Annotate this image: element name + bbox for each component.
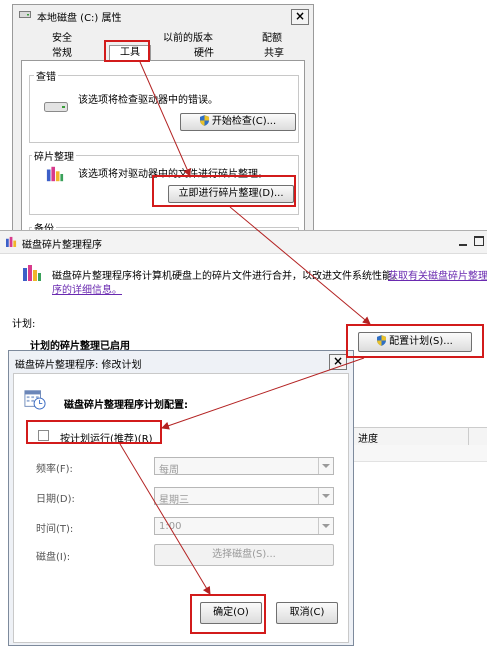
defrag-icon xyxy=(46,166,64,182)
minimize-button[interactable] xyxy=(458,237,468,247)
frequency-label: 频率(F): xyxy=(36,464,73,475)
disk-list-header: 进度 xyxy=(350,427,487,446)
defrag-help-link-continued[interactable]: 序的详细信息。 xyxy=(52,281,122,296)
modify-schedule-dialog: 磁盘碎片整理程序: 修改计划 × 磁盘碎片整理程序计划配置: 按计划运行(推荐)… xyxy=(8,350,354,646)
hard-disk-icon xyxy=(44,102,68,112)
defrag-window-title: 磁盘碎片整理程序 xyxy=(22,240,102,251)
cancel-button[interactable]: 取消(C) xyxy=(276,602,338,624)
highlight-defrag-now-button xyxy=(152,175,296,207)
dialog-title: 磁盘碎片整理程序: 修改计划 xyxy=(15,360,142,371)
highlight-tools-tab xyxy=(104,40,150,62)
calendar-clock-icon xyxy=(24,390,46,410)
defrag-group-label: 碎片整理 xyxy=(32,148,76,163)
schedule-config-heading: 磁盘碎片整理程序计划配置: xyxy=(64,400,188,411)
dialog-title-bar: 磁盘碎片整理程序: 修改计划 xyxy=(9,351,353,371)
tab-previous-versions[interactable]: 以前的版本 xyxy=(153,32,223,46)
frequency-value: 每周 xyxy=(159,465,179,476)
highlight-run-on-schedule xyxy=(26,420,162,444)
properties-title-bar: 本地磁盘 (C:) 属性 xyxy=(13,5,313,25)
chevron-down-icon xyxy=(318,458,333,474)
column-divider xyxy=(468,428,469,445)
properties-title: 本地磁盘 (C:) 属性 xyxy=(37,13,122,24)
tab-quota[interactable]: 配额 xyxy=(247,32,297,46)
error-check-group xyxy=(29,75,299,143)
select-disks-button-label: 选择磁盘(S)... xyxy=(212,549,276,560)
disk-list-row[interactable] xyxy=(350,445,487,462)
tab-sharing[interactable]: 共享 xyxy=(249,47,299,61)
defrag-title-bar: 磁盘碎片整理程序 xyxy=(0,231,487,254)
dialog-close-button[interactable]: × xyxy=(329,354,347,370)
defrag-help-link[interactable]: 获取有关磁盘碎片整理程 xyxy=(388,267,487,282)
schedule-section-label: 计划: xyxy=(12,319,36,330)
time-value: 1:00 xyxy=(159,521,182,532)
error-check-group-label: 查错 xyxy=(34,68,58,83)
column-header-progress[interactable]: 进度 xyxy=(358,430,378,445)
highlight-ok-button xyxy=(190,594,266,634)
tab-hardware[interactable]: 硬件 xyxy=(179,47,229,61)
defrag-title-icon xyxy=(6,236,17,247)
day-select[interactable]: 星期三 xyxy=(154,487,334,506)
highlight-configure-schedule-button xyxy=(346,324,484,358)
frequency-select[interactable]: 每周 xyxy=(154,457,334,476)
tools-tab-page: 查错 该选项将检查驱动器中的错误。 开始检查(C)... 碎片整理 该选项将对驱… xyxy=(21,60,305,257)
start-check-button-label: 开始检查(C)... xyxy=(211,116,277,127)
error-check-description: 该选项将检查驱动器中的错误。 xyxy=(78,95,218,106)
tab-security[interactable]: 安全 xyxy=(37,32,87,46)
day-label: 日期(D): xyxy=(36,494,75,505)
disk-label: 磁盘(I): xyxy=(36,552,71,563)
cancel-button-label: 取消(C) xyxy=(289,607,325,618)
select-disks-button[interactable]: 选择磁盘(S)... xyxy=(154,544,334,566)
dialog-content: 磁盘碎片整理程序计划配置: 按计划运行(推荐)(R) 频率(F): 每周 日期(… xyxy=(13,373,349,643)
day-value: 星期三 xyxy=(159,495,189,506)
properties-close-button[interactable]: × xyxy=(291,9,309,25)
chevron-down-icon xyxy=(318,488,333,504)
shield-icon xyxy=(199,115,209,126)
time-label: 时间(T): xyxy=(36,524,74,535)
start-check-button[interactable]: 开始检查(C)... xyxy=(180,113,296,131)
time-select[interactable]: 1:00 xyxy=(154,517,334,535)
maximize-button[interactable] xyxy=(474,236,484,246)
defrag-app-icon xyxy=(23,265,41,281)
tab-general[interactable]: 常规 xyxy=(37,47,87,61)
drive-icon xyxy=(19,11,31,18)
chevron-down-icon xyxy=(318,518,333,534)
defrag-window-description: 磁盘碎片整理程序将计算机硬盘上的碎片文件进行合并，以改进文件系统性能。 xyxy=(52,271,402,282)
